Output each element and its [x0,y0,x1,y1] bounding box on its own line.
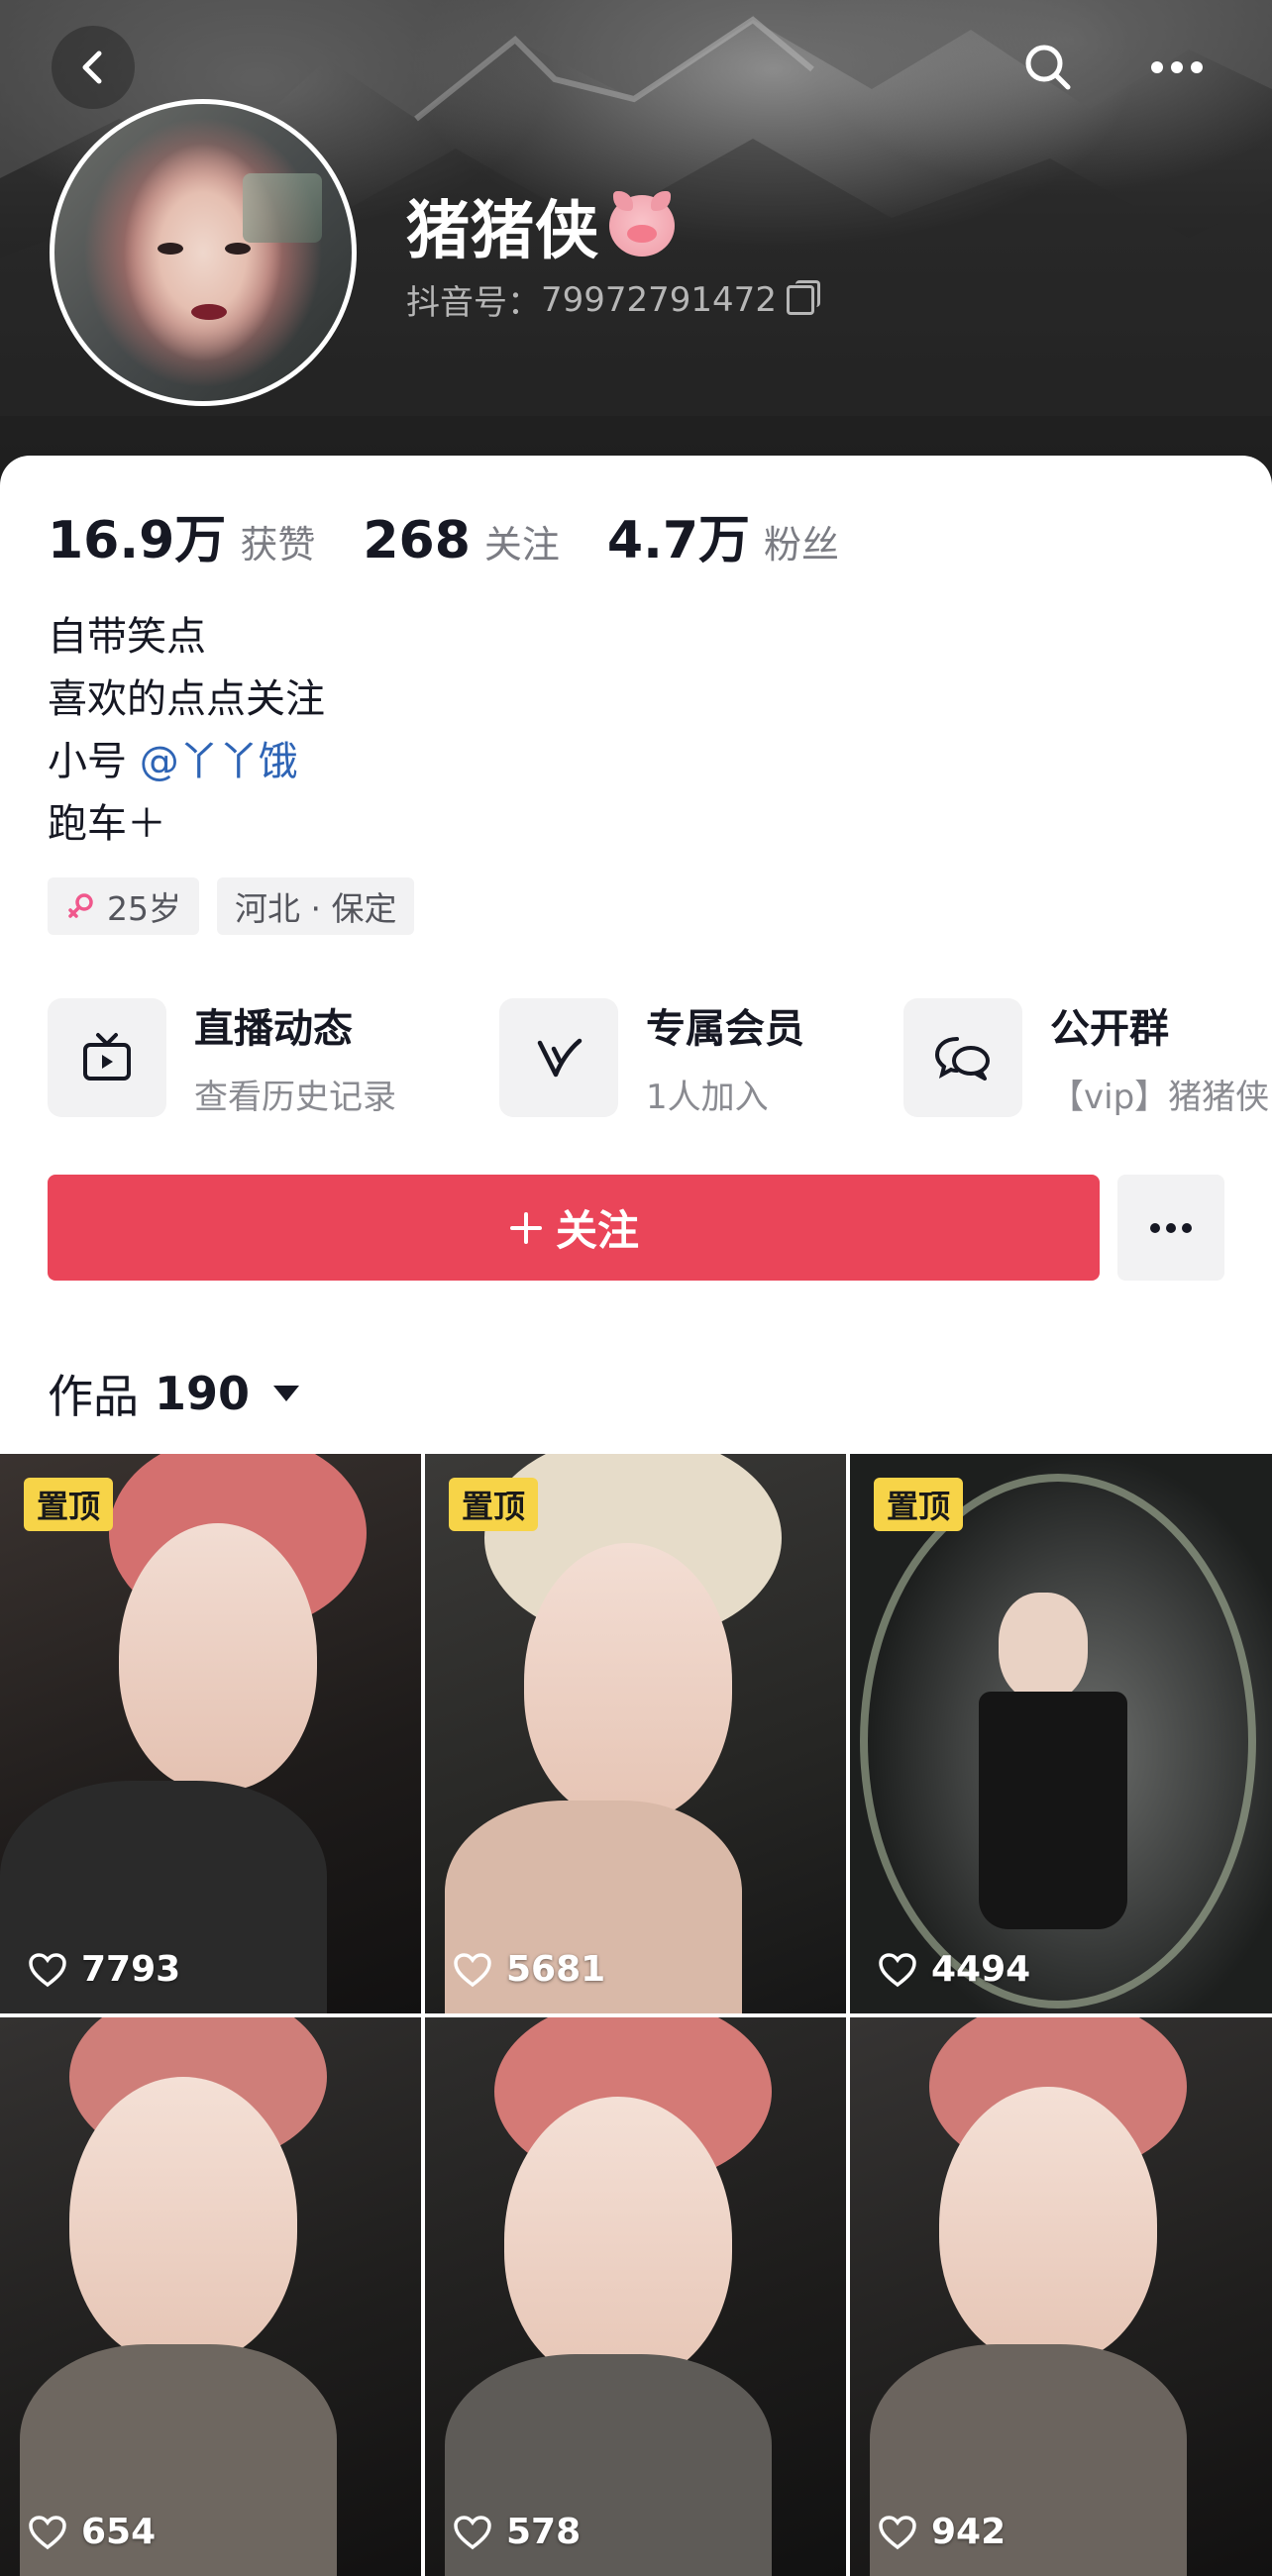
heart-icon [454,2515,491,2549]
video-likes: 7793 [28,1949,180,1990]
search-icon [1025,45,1071,90]
feature-member-icon-box [499,997,618,1117]
feature-group-subtitle: 【vip】猪猪侠 [1050,1078,1270,1117]
works-tab[interactable]: 作品 190 [48,1361,300,1426]
chat-icon [934,1036,990,1081]
video-tile[interactable]: 654 [0,2017,421,2576]
female-icon [68,893,93,918]
pinned-badge: 置顶 [449,1478,539,1531]
feature-group-icon-box [903,997,1022,1117]
stat-followers-num: 4.7万 [606,511,751,570]
video-tile[interactable]: 置顶 7793 [0,1454,421,2013]
search-button[interactable] [1007,26,1090,109]
video-likes-count: 4494 [931,1949,1031,1990]
feature-live-icon-box [48,997,166,1117]
follow-button-label: 关注 [555,1206,639,1255]
stat-followers-label: 粉丝 [764,523,840,567]
bio-line-3-prefix: 小号 [48,739,127,784]
caret-down-icon [273,1386,300,1401]
feature-membership[interactable]: 专属会员 1人加入 [499,996,804,1118]
back-button[interactable] [52,26,135,109]
stat-following-num: 268 [363,511,471,570]
location-text: 河北 · 保定 [235,889,397,928]
chevron-left-icon [82,51,102,84]
feature-live-subtitle: 查看历史记录 [194,1078,396,1117]
age-text: 25岁 [107,889,181,928]
v-icon [537,1038,583,1077]
feature-row: 直播动态 查看历史记录 专属会员 1人加入 公开群 【vip】猪猪侠 [48,996,1272,1118]
video-likes: 578 [453,2512,581,2552]
copy-icon[interactable] [786,279,820,315]
follow-button[interactable]: 关注 [48,1175,1100,1281]
ellipsis-icon [1150,1222,1192,1233]
video-tile[interactable]: 942 [850,2017,1272,2576]
pig-emoji-icon [609,191,675,257]
heart-icon [879,2515,916,2549]
profile-name: 猪猪侠 [406,180,675,271]
heart-icon [454,1952,491,1987]
stat-likes[interactable]: 16.9万 获赞 [48,498,315,572]
video-tile[interactable]: 578 [425,2017,846,2576]
stat-following[interactable]: 268 关注 [363,511,560,570]
heart-icon [29,2515,66,2549]
bio-account-link[interactable]: @丫丫饿 [140,739,298,784]
bio: 自带笑点 喜欢的点点关注 小号 @丫丫饿 跑车＋ [48,606,325,856]
stat-likes-num: 16.9万 [48,511,227,570]
profile-name-text: 猪猪侠 [406,195,599,268]
video-likes: 654 [28,2512,156,2552]
bio-line-3: 小号 @丫丫饿 [48,731,325,793]
video-likes: 942 [878,2512,1006,2552]
profile-tags: 25岁 河北 · 保定 [48,877,415,935]
video-tile[interactable]: 置顶 5681 [425,1454,846,2013]
pinned-badge: 置顶 [874,1478,964,1531]
profile-page: 猪猪侠 抖音号： 79972791472 16.9万 获赞 268 关注 4.7… [0,0,1272,2576]
video-grid: 置顶 7793 置顶 5681 置顶 4494 654 578 942 [0,1454,1272,2576]
video-likes-count: 7793 [81,1949,181,1990]
plus-icon [509,1211,542,1244]
heart-icon [879,1952,916,1987]
feature-public-group[interactable]: 公开群 【vip】猪猪侠 [903,996,1269,1118]
feature-live-title: 直播动态 [194,1006,353,1052]
location-tag: 河北 · 保定 [217,877,415,935]
video-likes: 5681 [453,1949,605,1990]
feature-member-subtitle: 1人加入 [646,1078,769,1117]
follow-more-button[interactable] [1117,1175,1224,1281]
pinned-badge: 置顶 [24,1478,114,1531]
feature-live-history[interactable]: 直播动态 查看历史记录 [48,996,396,1118]
video-likes-count: 578 [506,2512,582,2552]
bio-line-2: 喜欢的点点关注 [48,676,325,722]
avatar[interactable] [50,99,357,406]
profile-header-background: 猪猪侠 抖音号： 79972791472 [0,0,1272,515]
more-options-button[interactable] [1135,26,1219,109]
video-likes-count: 942 [931,2512,1007,2552]
stat-likes-label: 获赞 [240,523,316,567]
works-label: 作品 [48,1370,139,1423]
ellipsis-icon [1151,61,1203,73]
video-likes-count: 5681 [506,1949,606,1990]
video-likes-count: 654 [81,2512,157,2552]
age-tag: 25岁 [48,877,199,935]
stats-row: 16.9万 获赞 268 关注 4.7万 粉丝 [48,498,887,572]
douyin-id-value: 79972791472 [541,279,777,320]
bio-line-4: 跑车＋ [48,801,166,847]
video-tile[interactable]: 置顶 4494 [850,1454,1272,2013]
douyin-id[interactable]: 抖音号： 79972791472 [406,275,820,324]
video-likes: 4494 [878,1949,1030,1990]
douyin-id-label: 抖音号： [406,283,541,323]
bio-line-1: 自带笑点 [48,614,206,660]
feature-group-title: 公开群 [1050,1006,1169,1052]
stat-followers[interactable]: 4.7万 粉丝 [607,498,839,572]
works-count: 190 [155,1367,251,1420]
stat-following-label: 关注 [483,523,560,567]
feature-member-title: 专属会员 [646,1006,804,1052]
heart-icon [29,1952,66,1987]
tv-icon [83,1032,131,1081]
